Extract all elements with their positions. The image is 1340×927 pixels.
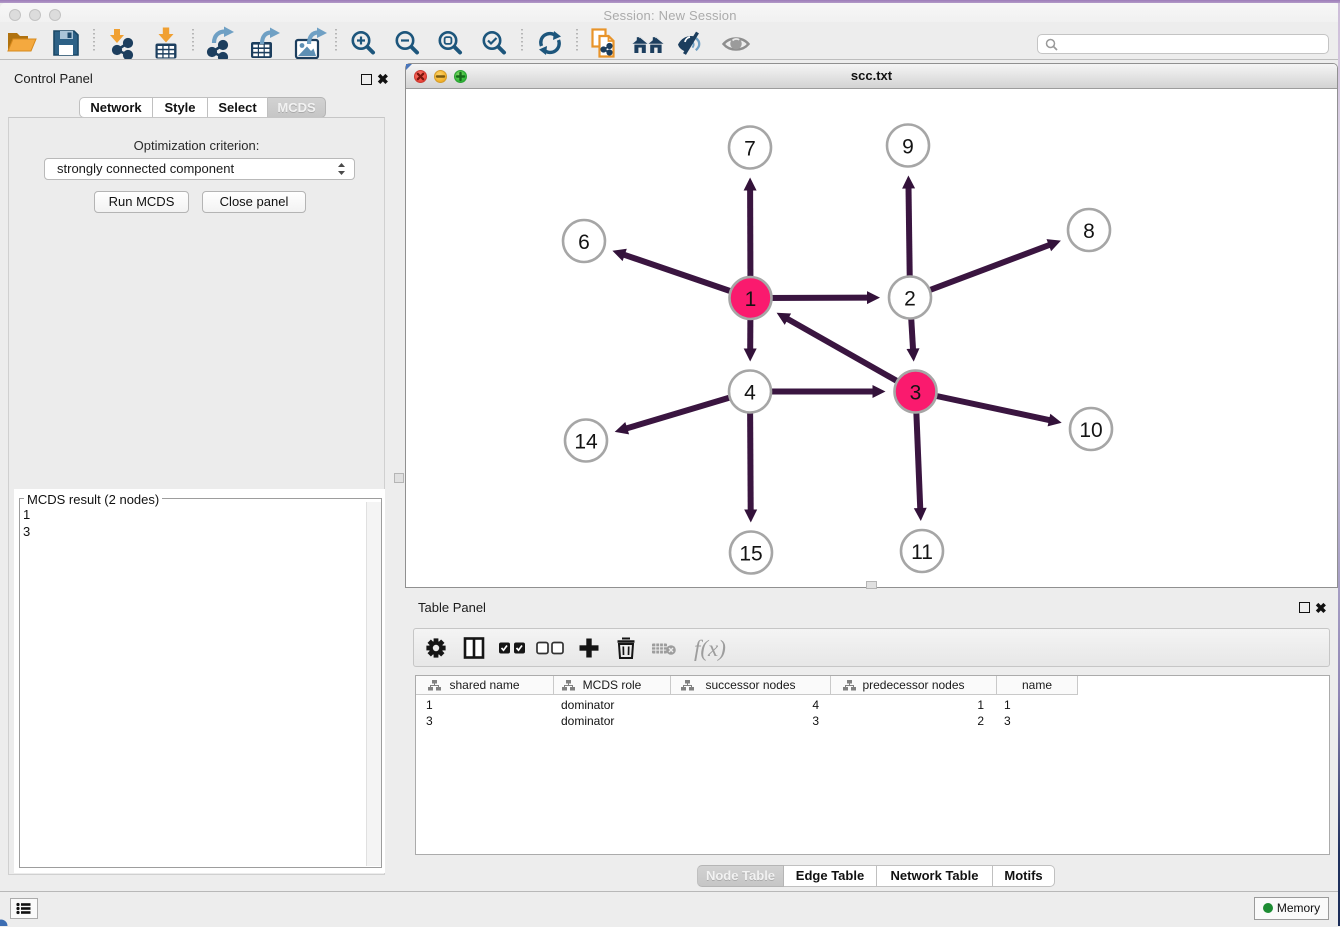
svg-text:f(x): f(x)	[694, 636, 726, 661]
svg-text:15: 15	[739, 543, 762, 566]
svg-text:4: 4	[744, 382, 756, 405]
svg-text:3: 3	[910, 382, 922, 405]
svg-text:11: 11	[911, 541, 933, 564]
svg-text:6: 6	[578, 231, 590, 254]
svg-text:8: 8	[1083, 220, 1095, 243]
svg-text:2: 2	[904, 288, 916, 311]
svg-text:9: 9	[902, 136, 914, 159]
svg-text:14: 14	[574, 431, 598, 454]
svg-text:1: 1	[745, 288, 757, 311]
svg-text:10: 10	[1079, 419, 1102, 442]
svg-text:7: 7	[744, 138, 756, 161]
